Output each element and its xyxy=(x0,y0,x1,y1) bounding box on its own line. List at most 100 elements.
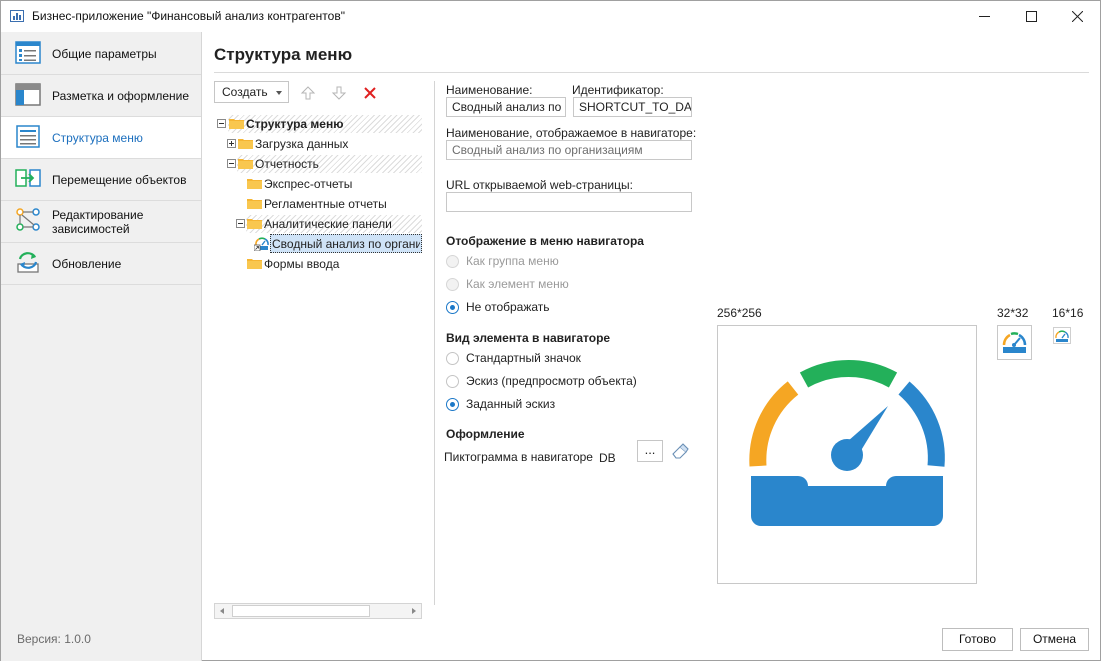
radio-button[interactable] xyxy=(446,300,459,314)
sidebar-item-label: Разметка и оформление xyxy=(52,89,190,103)
dashboard-gauge-icon xyxy=(749,360,945,526)
radio-label: Как элемент меню xyxy=(466,277,569,291)
close-button[interactable] xyxy=(1054,1,1100,32)
tree-item-root[interactable]: Структура меню xyxy=(246,117,343,131)
minimize-button[interactable] xyxy=(961,1,1007,32)
dashboard-gauge-icon xyxy=(1053,327,1071,344)
radio-label: Эскиз (предпросмотр объекта) xyxy=(466,374,637,388)
collapse-icon[interactable] xyxy=(217,119,226,128)
app-window: Бизнес-приложение "Финансовый анализ кон… xyxy=(0,0,1101,661)
tree-horizontal-scrollbar[interactable] xyxy=(214,603,422,619)
scroll-right-icon[interactable] xyxy=(412,608,416,614)
refresh-icon xyxy=(17,252,39,273)
preview-32 xyxy=(997,325,1032,360)
sidebar-item-layout[interactable]: Разметка и оформление xyxy=(1,75,201,117)
radio-button[interactable] xyxy=(446,351,459,365)
cancel-button[interactable]: Отмена xyxy=(1020,628,1089,651)
sidebar-item-label: Обновление xyxy=(52,257,122,271)
folder-icon xyxy=(229,119,244,129)
collapse-icon[interactable] xyxy=(227,159,236,168)
radio-label: Стандартный значок xyxy=(466,351,581,365)
radio-label: Заданный эскиз xyxy=(466,397,556,411)
maximize-icon xyxy=(1025,11,1037,22)
tree-item-summary[interactable]: Сводный анализ по организациям xyxy=(272,237,420,251)
url-input[interactable] xyxy=(446,192,692,212)
tree-item-panels[interactable]: Аналитические панели xyxy=(264,217,392,231)
sidebar-item-refresh[interactable]: Обновление xyxy=(1,243,201,285)
dashboard-gauge-icon xyxy=(1002,332,1027,353)
dashboard-gauge-icon xyxy=(254,237,269,251)
app-chart-icon xyxy=(10,10,24,22)
radio-button[interactable] xyxy=(446,374,459,388)
nav-icon-value: DB xyxy=(599,451,616,465)
expand-icon[interactable] xyxy=(227,139,236,148)
radio-button[interactable] xyxy=(446,397,459,411)
tree-item-load[interactable]: Загрузка данных xyxy=(255,137,348,151)
tree-item-reports[interactable]: Отчетность xyxy=(255,157,319,171)
radio-as-menu-group[interactable]: Как группа меню xyxy=(446,253,559,269)
nav-display-section-title: Отображение в меню навигатора xyxy=(446,234,644,248)
folder-icon xyxy=(247,199,262,209)
sidebar-item-menu-structure[interactable]: Структура меню xyxy=(1,117,201,159)
preview-256 xyxy=(717,325,977,584)
maximize-button[interactable] xyxy=(1008,1,1054,32)
move-objects-icon xyxy=(15,169,41,187)
id-label: Идентификатор: xyxy=(572,83,664,97)
name-label: Наименование: xyxy=(446,83,533,97)
nav-name-label: Наименование, отображаемое в навигаторе: xyxy=(446,126,697,140)
folder-icon xyxy=(247,179,262,189)
sidebar-item-dependencies[interactable]: Редактирование зависимостей xyxy=(1,201,201,243)
tree-item-forms[interactable]: Формы ввода xyxy=(264,257,339,271)
url-label: URL открываемой web-страницы: xyxy=(446,178,633,192)
sidebar-item-move-objects[interactable]: Перемещение объектов xyxy=(1,159,201,201)
done-button[interactable]: Готово xyxy=(942,628,1013,651)
view-section-title: Вид элемента в навигаторе xyxy=(446,331,611,345)
preview-size-16-label: 16*16 xyxy=(1052,306,1084,320)
radio-thumbnail-preview[interactable]: Эскиз (предпросмотр объекта) xyxy=(446,373,637,389)
arrow-up-icon[interactable] xyxy=(300,85,316,101)
radio-standard-icon[interactable]: Стандартный значок xyxy=(446,350,581,366)
folder-icon xyxy=(247,259,262,269)
radio-do-not-display[interactable]: Не отображать xyxy=(446,299,550,315)
preview-size-32-label: 32*32 xyxy=(997,306,1029,320)
sidebar-item-label: Перемещение объектов xyxy=(52,173,187,187)
scrollbar-thumb[interactable] xyxy=(232,605,370,617)
title-divider xyxy=(214,72,1089,73)
radio-custom-thumbnail[interactable]: Заданный эскиз xyxy=(446,396,555,412)
nav-name-input[interactable]: Сводный анализ по организациям xyxy=(446,140,692,160)
sidebar: Общие параметры Разметка и оформление Ст… xyxy=(1,32,202,661)
folder-icon xyxy=(238,159,253,169)
sidebar-item-label: Общие параметры xyxy=(52,47,157,61)
eraser-icon[interactable] xyxy=(671,443,689,459)
preview-16 xyxy=(1053,327,1071,344)
tree-item-regulatory[interactable]: Регламентные отчеты xyxy=(264,197,387,211)
sidebar-item-general[interactable]: Общие параметры xyxy=(1,32,201,75)
title-bar[interactable]: Бизнес-приложение "Финансовый анализ кон… xyxy=(1,1,1100,32)
panel-divider xyxy=(434,81,435,605)
folder-icon xyxy=(238,139,253,149)
close-icon xyxy=(1071,11,1083,22)
delete-icon[interactable] xyxy=(362,85,378,101)
arrow-down-icon[interactable] xyxy=(331,85,347,101)
general-settings-icon xyxy=(15,41,41,64)
radio-label: Как группа меню xyxy=(466,254,559,268)
create-button-label: Создать xyxy=(222,85,268,99)
sidebar-item-label: Структура меню xyxy=(52,131,143,145)
folder-icon xyxy=(247,219,262,229)
nav-icon-label: Пиктограмма в навигаторе xyxy=(444,450,593,464)
name-input[interactable]: Сводный анализ по организациям xyxy=(446,97,566,117)
minimize-icon xyxy=(978,16,990,17)
radio-button[interactable] xyxy=(446,254,459,268)
scroll-left-icon[interactable] xyxy=(220,608,224,614)
browse-icon-button[interactable]: ... xyxy=(637,440,663,462)
design-section-title: Оформление xyxy=(446,427,525,441)
radio-button[interactable] xyxy=(446,277,459,291)
preview-size-256-label: 256*256 xyxy=(717,306,762,320)
dependencies-icon xyxy=(16,208,40,231)
collapse-icon[interactable] xyxy=(236,219,245,228)
layout-icon xyxy=(15,83,41,106)
create-dropdown-button[interactable]: Создать xyxy=(214,81,289,103)
tree-item-express[interactable]: Экспрес-отчеты xyxy=(264,177,352,191)
id-input[interactable]: SHORTCUT_TO_DASHBOARD xyxy=(573,97,692,117)
radio-as-menu-item[interactable]: Как элемент меню xyxy=(446,276,569,292)
